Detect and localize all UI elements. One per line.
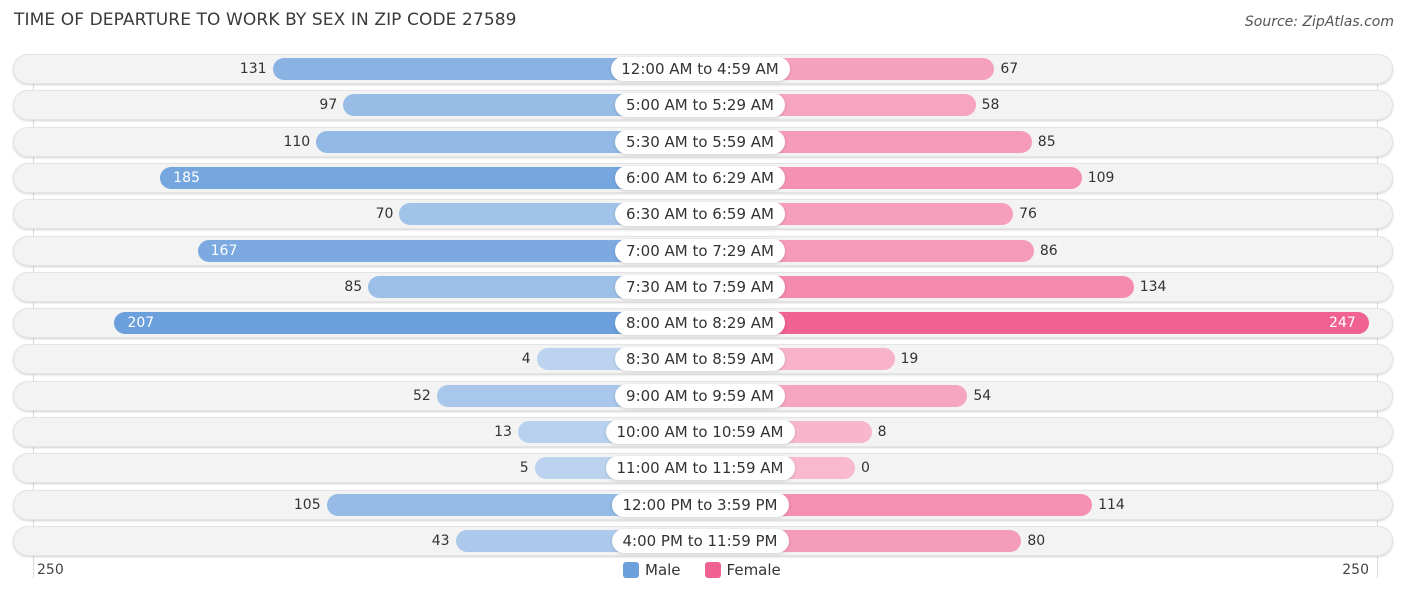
legend-swatch-male — [623, 562, 639, 578]
value-label-male: 13 — [494, 424, 512, 440]
value-label-male: 4 — [521, 351, 531, 368]
category-label: 7:30 AM to 7:59 AM — [615, 274, 785, 299]
value-label-male: 185 — [173, 169, 200, 186]
bar-male — [114, 312, 700, 335]
chart-title: TIME OF DEPARTURE TO WORK BY SEX IN ZIP … — [14, 10, 517, 30]
category-label: 11:00 AM to 11:59 AM — [605, 456, 795, 481]
value-label-female: 19 — [900, 351, 919, 368]
value-label-female: 247 — [1329, 315, 1356, 332]
value-label-female: 0 — [861, 460, 870, 477]
value-label-male: 167 — [210, 242, 238, 259]
category-label: 6:00 AM to 6:29 AM — [615, 165, 785, 190]
category-label: 10:00 AM to 10:59 AM — [605, 420, 795, 444]
value-label-female: 76 — [1019, 206, 1037, 223]
legend: Male Female — [623, 561, 781, 579]
value-label-female: 80 — [1027, 532, 1046, 549]
source-credit: Source: ZipAtlas.com — [1244, 14, 1394, 30]
value-label-female: 109 — [1087, 169, 1115, 186]
value-label-male: 52 — [413, 387, 431, 404]
value-label-male: 110 — [283, 133, 311, 150]
category-label: 5:30 AM to 5:59 AM — [615, 129, 785, 154]
value-label-male: 85 — [344, 278, 363, 295]
value-label-male: 131 — [239, 61, 267, 77]
category-label: 12:00 AM to 4:59 AM — [610, 57, 790, 81]
category-label: 9:00 AM to 9:59 AM — [615, 383, 785, 408]
category-label: 8:00 AM to 8:29 AM — [615, 311, 785, 336]
value-label-male: 70 — [375, 206, 394, 223]
legend-swatch-female — [704, 562, 721, 578]
value-label-male: 43 — [431, 532, 450, 549]
value-label-female: 54 — [973, 387, 992, 404]
value-label-female: 86 — [1039, 242, 1058, 259]
legend-label-male: Male — [645, 561, 681, 579]
axis-label-left: 250 — [37, 562, 64, 578]
category-label: 4:00 PM to 11:59 PM — [611, 528, 789, 553]
category-label: 6:30 AM to 6:59 AM — [615, 202, 785, 227]
value-label-male: 207 — [127, 315, 155, 332]
bar-female — [700, 312, 1369, 335]
value-label-female: 58 — [981, 97, 1000, 114]
axis-label-right: 250 — [1342, 562, 1369, 578]
category-label: 12:00 PM to 3:59 PM — [611, 492, 789, 517]
value-label-male: 5 — [519, 460, 529, 477]
category-label: 8:30 AM to 8:59 AM — [615, 347, 785, 372]
value-label-female: 85 — [1037, 133, 1056, 150]
value-label-female: 114 — [1098, 496, 1125, 513]
value-label-male: 105 — [293, 496, 321, 513]
category-label: 5:00 AM to 5:29 AM — [615, 93, 785, 118]
value-label-male: 97 — [319, 97, 338, 114]
value-label-female: 67 — [1000, 61, 1019, 77]
legend-label-female: Female — [726, 561, 781, 579]
category-label: 7:00 AM to 7:29 AM — [615, 238, 785, 263]
value-label-female: 134 — [1139, 278, 1167, 295]
value-label-female: 8 — [877, 424, 887, 440]
